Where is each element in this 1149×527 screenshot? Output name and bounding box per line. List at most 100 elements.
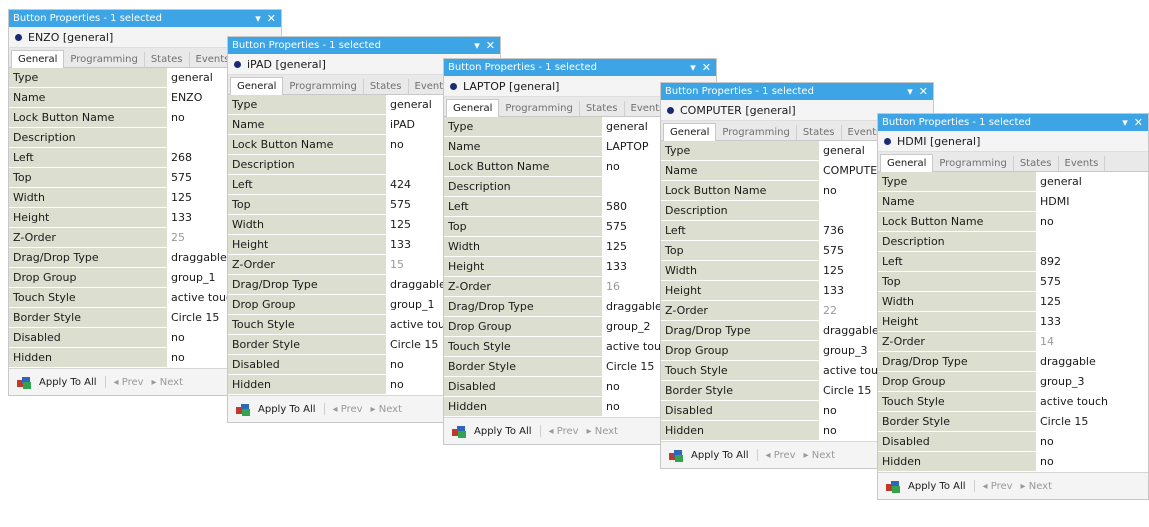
property-value[interactable]: general <box>1036 172 1148 192</box>
tab-general[interactable]: General <box>880 154 934 172</box>
prev-button[interactable]: ◂ Prev <box>549 426 579 437</box>
property-value[interactable]: active touch <box>1036 391 1148 412</box>
panel-title-bar[interactable]: Button Properties - 1 selected ▾ ✕ <box>444 59 716 76</box>
apply-to-all-icon <box>669 449 683 462</box>
dropdown-arrow-icon[interactable]: ▾ <box>907 86 913 97</box>
property-label: Z-Order <box>444 276 602 297</box>
tab-general[interactable]: General <box>230 77 284 95</box>
dropdown-arrow-icon[interactable]: ▾ <box>474 40 480 51</box>
property-label: Name <box>9 87 167 108</box>
next-button[interactable]: ▸ Next <box>1021 481 1053 492</box>
property-label: Width <box>228 214 386 235</box>
prev-button[interactable]: ◂ Prev <box>766 450 796 461</box>
tab-bar: General Programming States Events <box>878 152 1148 172</box>
property-value[interactable] <box>1036 231 1148 252</box>
tab-states[interactable]: States <box>580 101 625 116</box>
property-label: Height <box>9 207 167 228</box>
property-label: Drag/Drop Type <box>228 274 386 295</box>
prev-button[interactable]: ◂ Prev <box>333 404 363 415</box>
property-value[interactable]: HDMI <box>1036 191 1148 212</box>
apply-to-all-button[interactable]: Apply To All <box>474 426 532 437</box>
next-button[interactable]: ▸ Next <box>804 450 836 461</box>
property-row: Z-Order 14 <box>878 331 1148 352</box>
property-value[interactable]: no <box>1036 431 1148 452</box>
property-label: Type <box>228 95 386 115</box>
dropdown-arrow-icon[interactable]: ▾ <box>1122 117 1128 128</box>
property-label: Width <box>878 291 1036 312</box>
close-icon[interactable]: ✕ <box>919 86 928 97</box>
apply-to-all-button[interactable]: Apply To All <box>39 377 97 388</box>
property-label: Type <box>878 172 1036 192</box>
panel-title-bar[interactable]: Button Properties - 1 selected ▾ ✕ <box>878 114 1148 131</box>
object-dot-icon <box>15 33 22 41</box>
close-icon[interactable]: ✕ <box>702 62 711 73</box>
object-name: iPAD [general] <box>247 57 326 71</box>
dropdown-arrow-icon[interactable]: ▾ <box>255 13 261 24</box>
tab-programming[interactable]: Programming <box>716 125 797 140</box>
apply-to-all-button[interactable]: Apply To All <box>908 481 966 492</box>
property-value[interactable]: 133 <box>1036 311 1148 332</box>
property-label: Drag/Drop Type <box>878 351 1036 372</box>
dropdown-arrow-icon[interactable]: ▾ <box>690 62 696 73</box>
property-grid: Type general Name HDMI Lock Button Name no … <box>878 172 1148 472</box>
property-label: Width <box>9 187 167 208</box>
property-label: Description <box>878 231 1036 252</box>
close-icon[interactable]: ✕ <box>1134 117 1143 128</box>
property-value[interactable]: no <box>1036 211 1148 232</box>
close-icon[interactable]: ✕ <box>267 13 276 24</box>
property-label: Top <box>9 167 167 188</box>
property-label: Name <box>661 160 819 181</box>
property-value[interactable]: Circle 15 <box>1036 411 1148 432</box>
property-row: Top 575 <box>878 271 1148 292</box>
tab-general[interactable]: General <box>11 50 65 68</box>
property-label: Drop Group <box>878 371 1036 392</box>
property-row: Hidden no <box>878 451 1148 472</box>
apply-to-all-button[interactable]: Apply To All <box>258 404 316 415</box>
property-value[interactable]: 125 <box>1036 291 1148 312</box>
next-button[interactable]: ▸ Next <box>587 426 619 437</box>
tab-general[interactable]: General <box>663 123 717 141</box>
tab-programming[interactable]: Programming <box>499 101 580 116</box>
property-value[interactable]: draggable <box>1036 351 1148 372</box>
tab-programming[interactable]: Programming <box>283 79 364 94</box>
tab-states[interactable]: States <box>145 52 190 67</box>
property-row: Name HDMI <box>878 191 1148 212</box>
property-value[interactable]: 14 <box>1036 331 1148 352</box>
property-value[interactable]: group_3 <box>1036 371 1148 392</box>
property-row: Drag/Drop Type draggable <box>878 351 1148 372</box>
tab-programming[interactable]: Programming <box>933 156 1014 171</box>
tab-programming[interactable]: Programming <box>64 52 145 67</box>
property-row: Description <box>878 231 1148 252</box>
apply-to-all-button[interactable]: Apply To All <box>691 450 749 461</box>
property-label: Touch Style <box>661 360 819 381</box>
tab-events[interactable]: Events <box>1059 156 1106 171</box>
tab-states[interactable]: States <box>364 79 409 94</box>
prev-button[interactable]: ◂ Prev <box>114 377 144 388</box>
footer-divider <box>104 376 106 388</box>
next-button[interactable]: ▸ Next <box>371 404 403 415</box>
button-properties-panel-hdmi: Button Properties - 1 selected ▾ ✕ HDMI … <box>877 113 1149 500</box>
property-label: Touch Style <box>9 287 167 308</box>
property-label: Width <box>661 260 819 281</box>
close-icon[interactable]: ✕ <box>486 40 495 51</box>
property-label: Z-Order <box>661 300 819 321</box>
next-button[interactable]: ▸ Next <box>152 377 184 388</box>
property-label: Touch Style <box>228 314 386 335</box>
tab-general[interactable]: General <box>446 99 500 117</box>
tab-states[interactable]: States <box>797 125 842 140</box>
panel-title-bar[interactable]: Button Properties - 1 selected ▾ ✕ <box>9 10 281 27</box>
property-value[interactable]: 892 <box>1036 251 1148 272</box>
tab-states[interactable]: States <box>1014 156 1059 171</box>
property-value[interactable]: 575 <box>1036 271 1148 292</box>
prev-button[interactable]: ◂ Prev <box>983 481 1013 492</box>
selected-object: HDMI [general] <box>878 131 1148 152</box>
property-row: Width 125 <box>878 291 1148 312</box>
property-value[interactable]: no <box>1036 451 1148 472</box>
property-label: Height <box>661 280 819 301</box>
panel-title: Button Properties - 1 selected <box>13 13 162 24</box>
panel-title-bar[interactable]: Button Properties - 1 selected ▾ ✕ <box>228 37 500 54</box>
panel-title: Button Properties - 1 selected <box>232 40 381 51</box>
panel-title-bar[interactable]: Button Properties - 1 selected ▾ ✕ <box>661 83 933 100</box>
property-label: Left <box>9 147 167 168</box>
property-label: Name <box>878 191 1036 212</box>
